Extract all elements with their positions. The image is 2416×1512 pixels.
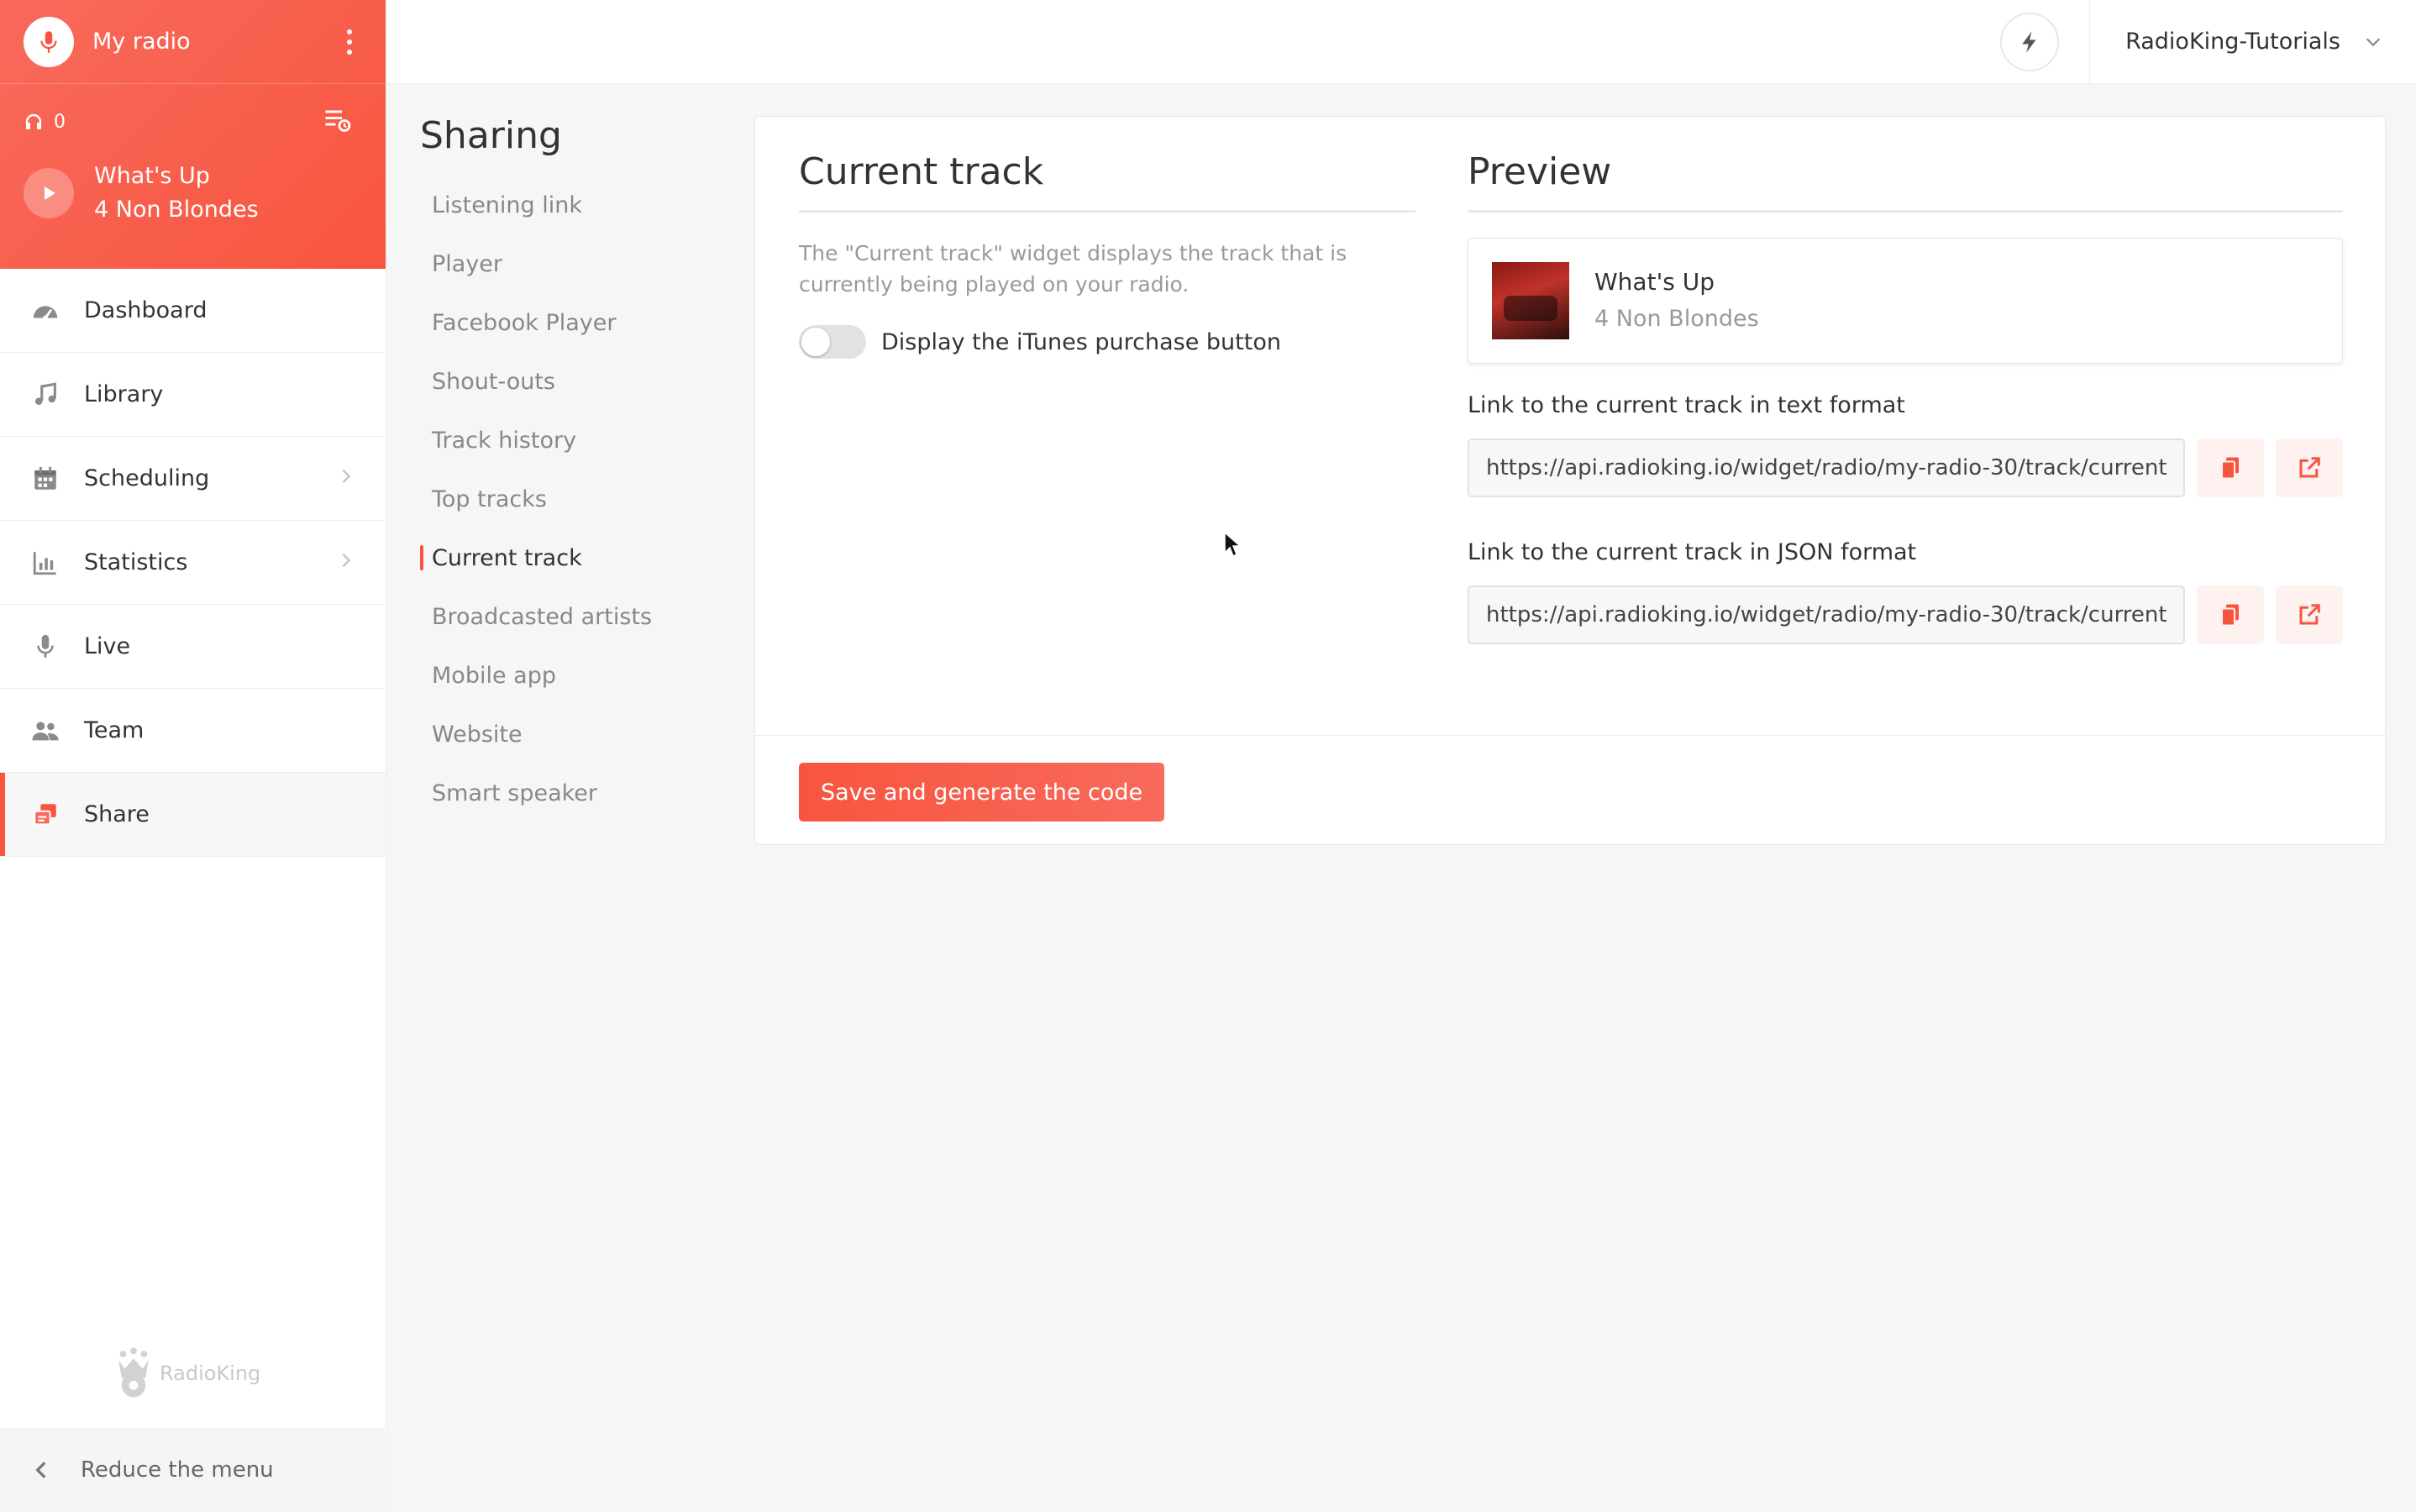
submenu-item-facebook-player[interactable]: Facebook Player xyxy=(420,293,739,352)
save-generate-button[interactable]: Save and generate the code xyxy=(799,763,1165,822)
widget-settings: Current track The "Current track" widget… xyxy=(799,150,1415,359)
microphone-icon xyxy=(30,632,60,662)
preview-track-title: What's Up xyxy=(1594,268,1715,296)
share-icon xyxy=(30,800,60,830)
now-playing-artist: 4 Non Blondes xyxy=(94,197,259,223)
toggle-knob xyxy=(801,328,830,356)
widget-description: The "Current track" widget displays the … xyxy=(799,241,1347,297)
widget-title: Current track xyxy=(799,150,1415,213)
account-menu[interactable]: RadioKing-Tutorials xyxy=(2090,0,2416,84)
nav-item-team[interactable]: Team xyxy=(0,689,386,773)
nav-item-library[interactable]: Library xyxy=(0,353,386,437)
main-nav: Dashboard Library Scheduling Statistics xyxy=(0,269,386,857)
open-json-link-button[interactable] xyxy=(2276,585,2343,644)
play-button[interactable] xyxy=(24,168,74,218)
nav-label-scheduling: Scheduling xyxy=(84,465,210,491)
submenu-item-shout-outs[interactable]: Shout-outs xyxy=(420,352,739,411)
submenu-item-current-track[interactable]: Current track xyxy=(420,528,739,587)
nav-item-live[interactable]: Live xyxy=(0,605,386,689)
headphones-icon xyxy=(25,113,42,129)
track-preview: What's Up 4 Non Blondes xyxy=(1468,238,2343,364)
json-link-input[interactable] xyxy=(1468,585,2186,644)
mouse-cursor-icon xyxy=(1224,531,1242,558)
external-link-icon xyxy=(2299,457,2320,478)
itunes-toggle[interactable] xyxy=(799,325,866,359)
chevron-right-icon xyxy=(337,549,355,575)
submenu-item-listening-link[interactable]: Listening link xyxy=(420,176,739,234)
itunes-toggle-row: Display the iTunes purchase button xyxy=(799,325,1415,359)
submenu-item-smart-speaker[interactable]: Smart speaker xyxy=(420,764,739,822)
bar-chart-icon xyxy=(30,548,60,578)
preview-panel: Preview What's Up 4 Non Blondes Link to … xyxy=(1468,150,2343,644)
submenu-item-player[interactable]: Player xyxy=(420,234,739,293)
now-playing: What's Up 4 Non Blondes xyxy=(0,160,386,227)
radio-selector[interactable]: My radio xyxy=(0,0,386,84)
submenu-item-broadcasted-artists[interactable]: Broadcasted artists xyxy=(420,587,739,646)
radio-name: My radio xyxy=(92,29,191,55)
nav-item-statistics[interactable]: Statistics xyxy=(0,521,386,605)
text-link-row xyxy=(1468,438,2343,497)
preview-track-artist: 4 Non Blondes xyxy=(1594,306,1759,332)
nav-label-live: Live xyxy=(84,633,131,659)
copy-icon xyxy=(2221,604,2240,627)
nav-item-scheduling[interactable]: Scheduling xyxy=(0,437,386,521)
more-options-icon[interactable] xyxy=(337,25,362,59)
radioking-logo: RadioKing xyxy=(109,1344,277,1403)
sharing-submenu: Sharing Listening link Player Facebook P… xyxy=(420,114,739,822)
calendar-icon xyxy=(30,464,60,494)
copy-icon xyxy=(2221,457,2240,480)
text-link-label: Link to the current track in text format xyxy=(1468,392,1905,418)
listeners-count: 0 xyxy=(54,111,66,133)
nav-label-dashboard: Dashboard xyxy=(84,297,207,323)
dashboard-icon xyxy=(30,296,60,326)
nav-item-dashboard[interactable]: Dashboard xyxy=(0,269,386,353)
submenu-item-top-tracks[interactable]: Top tracks xyxy=(420,470,739,528)
copy-text-link-button[interactable] xyxy=(2197,438,2265,497)
now-playing-title: What's Up xyxy=(94,163,210,189)
nav-label-team: Team xyxy=(84,717,144,743)
team-icon xyxy=(30,716,60,746)
topbar: RadioKing-Tutorials xyxy=(386,0,2416,84)
reduce-menu-button[interactable]: Reduce the menu xyxy=(0,1428,386,1512)
album-cover xyxy=(1492,262,1569,339)
account-name: RadioKing-Tutorials xyxy=(2125,29,2340,55)
nav-label-statistics: Statistics xyxy=(84,549,188,575)
open-text-link-button[interactable] xyxy=(2276,438,2343,497)
listeners-row: 0 xyxy=(0,84,386,160)
json-link-row xyxy=(1468,585,2343,644)
submenu-item-track-history[interactable]: Track history xyxy=(420,411,739,470)
music-note-icon xyxy=(30,380,60,410)
submenu-item-website[interactable]: Website xyxy=(420,705,739,764)
submenu-item-mobile-app[interactable]: Mobile app xyxy=(420,646,739,705)
nav-item-share[interactable]: Share xyxy=(0,773,386,857)
chevron-right-icon xyxy=(337,465,355,491)
chevron-left-icon xyxy=(35,1462,46,1478)
nav-label-library: Library xyxy=(84,381,164,407)
preview-title: Preview xyxy=(1468,150,2343,213)
external-link-icon xyxy=(2299,604,2320,625)
submenu-list: Listening link Player Facebook Player Sh… xyxy=(420,176,739,822)
text-link-input[interactable] xyxy=(1468,438,2186,497)
copy-json-link-button[interactable] xyxy=(2197,585,2265,644)
json-link-label: Link to the current track in JSON format xyxy=(1468,539,1917,565)
radio-header: My radio 0 What's Up 4 Non Blondes xyxy=(0,0,386,269)
card-footer: Save and generate the code xyxy=(755,735,2385,846)
submenu-title: Sharing xyxy=(420,114,562,157)
lightning-bolt-icon xyxy=(2022,31,2036,52)
itunes-toggle-label: Display the iTunes purchase button xyxy=(881,328,1281,355)
reduce-menu-label: Reduce the menu xyxy=(81,1457,274,1483)
queue-history-icon[interactable] xyxy=(322,104,362,139)
play-icon xyxy=(45,186,55,200)
brand-name: RadioKing xyxy=(160,1362,261,1385)
quick-actions-button[interactable] xyxy=(2000,12,2060,71)
chevron-down-icon xyxy=(2366,38,2381,46)
radio-avatar xyxy=(24,16,74,67)
microphone-logo-icon xyxy=(40,30,57,53)
widget-card: Current track The "Current track" widget… xyxy=(754,116,2386,845)
nav-label-share: Share xyxy=(84,801,150,827)
sidebar: My radio 0 What's Up 4 Non Blondes Dashb… xyxy=(0,0,386,1512)
